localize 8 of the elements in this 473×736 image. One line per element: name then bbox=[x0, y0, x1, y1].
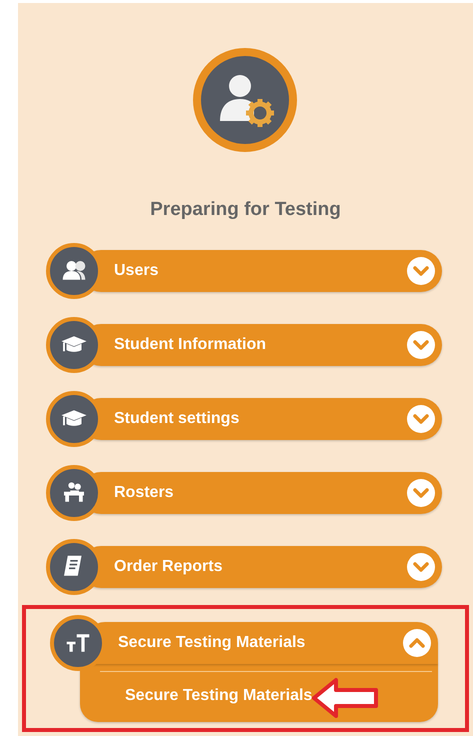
section-title: Preparing for Testing bbox=[150, 199, 341, 221]
submenu-item[interactable]: Secure Testing Materials bbox=[100, 687, 314, 705]
expand-icon[interactable] bbox=[406, 478, 436, 508]
expand-icon[interactable] bbox=[406, 404, 436, 434]
collapse-icon[interactable] bbox=[402, 628, 432, 658]
expand-icon[interactable] bbox=[406, 552, 436, 582]
expand-icon[interactable] bbox=[406, 330, 436, 360]
expand-icon[interactable] bbox=[406, 256, 436, 286]
